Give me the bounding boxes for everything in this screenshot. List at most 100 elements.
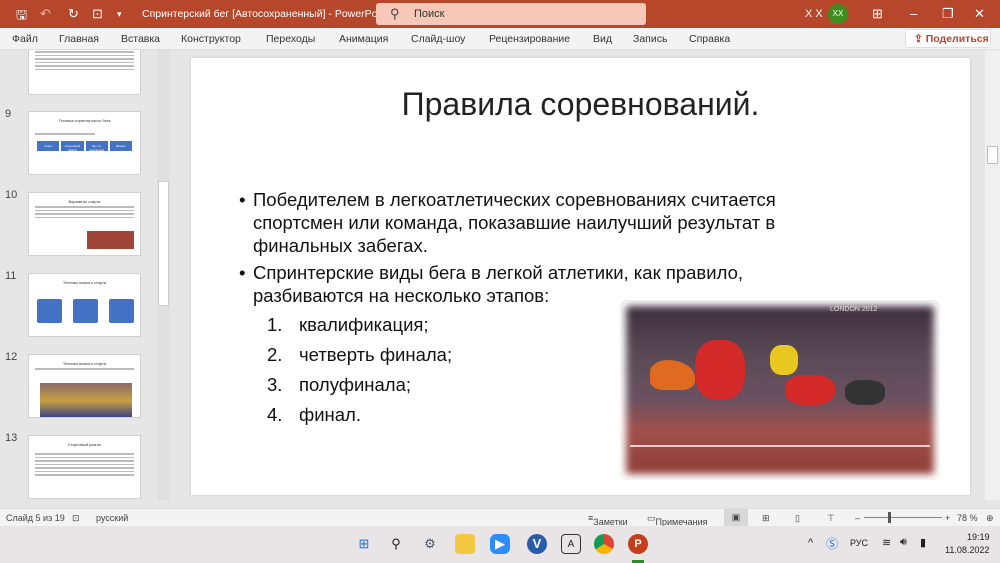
document-title: Спринтерский бег [Автосохраненный] - Pow… [142, 8, 389, 20]
accessibility-icon[interactable]: ⊡ [72, 513, 80, 524]
slideshow-icon[interactable]: ⊤ [827, 513, 835, 524]
reading-view-icon[interactable]: ▯ [795, 513, 800, 524]
close-icon[interactable]: ✕ [974, 6, 985, 22]
tab-animations[interactable]: Анимация [339, 33, 388, 45]
scrollbar-thumb[interactable] [987, 146, 998, 164]
wifi-icon[interactable]: ≋ [882, 536, 891, 549]
tab-design[interactable]: Конструктор [181, 33, 241, 45]
v-app-icon[interactable]: V [527, 534, 547, 554]
numbered-item[interactable]: 1. квалификация; [267, 314, 429, 336]
slide-canvas[interactable]: Правила соревнований. • Победителем в лег… [191, 58, 970, 495]
ribbon-tabs: Файл Главная Вставка Конструктор Переход… [0, 28, 1000, 50]
thumbnail-number: 11 [5, 270, 17, 282]
tab-view[interactable]: Вид [593, 33, 612, 45]
tab-insert[interactable]: Вставка [121, 33, 160, 45]
slide-title[interactable]: Правила соревнований. [191, 86, 970, 123]
user-name: X X [805, 8, 823, 20]
language-indicator[interactable]: русский [96, 513, 128, 523]
slide-thumbnails-panel: 9 Техника спринтерского бега Старт Старт… [0, 50, 170, 500]
clock-time[interactable]: 19:19 [967, 532, 990, 542]
thumbnail-title: Техника низкого старта [62, 280, 107, 285]
file-explorer-icon[interactable] [455, 534, 475, 554]
show-hidden-icons[interactable]: ^ [808, 537, 813, 549]
redo-icon[interactable]: ↻ [68, 6, 79, 22]
avatar[interactable]: XX [828, 4, 848, 24]
photo-banner: LONDON 2012 [830, 306, 878, 313]
tab-review[interactable]: Рецензирование [489, 33, 570, 45]
tab-record[interactable]: Запись [633, 33, 667, 45]
powerpoint-icon[interactable]: P [628, 534, 648, 554]
thumbnail-title: Техника низкого старта [62, 361, 107, 366]
thumbnail-title: Стартовый разгон [67, 442, 102, 447]
thumbnails-scrollbar[interactable] [157, 50, 170, 500]
search-placeholder: Поиск [414, 8, 445, 20]
thumbnail-slide-11[interactable]: Техника низкого старта [28, 273, 141, 337]
zoom-slider-thumb[interactable] [888, 512, 891, 523]
scrollbar-thumb[interactable] [158, 181, 169, 306]
sprinters-start-photo[interactable]: LONDON 2012 [620, 300, 940, 480]
battery-icon[interactable]: ▮ [920, 536, 926, 549]
input-language[interactable]: РУС [850, 538, 868, 548]
thumbnail-chevron: Финиш [109, 140, 132, 151]
zoom-app-icon[interactable]: ▶ [490, 534, 510, 554]
tab-file[interactable]: Файл [12, 33, 38, 45]
bullet-item[interactable]: • Победителем в легкоатлетических соревно… [239, 188, 813, 257]
thumbnail-chevron: Стартовый разгон [61, 140, 84, 152]
thumbnail-number: 12 [5, 351, 18, 363]
tab-transitions[interactable]: Переходы [266, 33, 315, 45]
thumbnail-chevron: Старт [37, 140, 60, 151]
notes-button[interactable]: ≡ Заметки [588, 513, 628, 527]
settings-icon[interactable]: ⚙ [420, 534, 440, 554]
zoom-in-button[interactable]: + [945, 513, 950, 523]
thumbnail-number: 10 [5, 189, 18, 201]
windows-taskbar: ⊞ ⚲ ⚙ ▶ V A P ^ Ⓢ РУС ≋ 🔊︎ ▮ 19:19 11.08… [0, 526, 1000, 563]
share-label: Поделиться [925, 33, 989, 45]
numbered-item[interactable]: 4. финал. [267, 404, 361, 426]
thumbnail-slide-12[interactable]: Техника низкого старта [28, 354, 141, 418]
start-icon[interactable]: ⊞ [354, 534, 374, 554]
ribbon-display-icon[interactable]: ⊞ [872, 6, 883, 22]
tab-home[interactable]: Главная [59, 33, 99, 45]
search-box[interactable]: ⚲ Поиск [376, 3, 646, 25]
slide-counter: Слайд 5 из 19 [6, 513, 65, 523]
undo-icon[interactable]: ↶ [40, 6, 51, 22]
fit-slide-icon[interactable]: ⊕ [986, 513, 994, 524]
clock-date[interactable]: 11.08.2022 [945, 545, 989, 555]
thumbnail-chevron: Бег по дистанции [85, 140, 108, 152]
minimize-icon[interactable]: – [910, 6, 917, 21]
slideshow-start-icon[interactable]: ⊡ [92, 6, 103, 22]
share-button[interactable]: ⇪ Поделиться [905, 29, 991, 48]
thumbnail-number: 9 [5, 108, 12, 120]
share-icon: ⇪ [914, 33, 926, 45]
tab-slideshow[interactable]: Слайд-шоу [411, 33, 465, 45]
normal-view-icon[interactable]: ▣ [724, 509, 748, 526]
thumbnail-slide-13[interactable]: Стартовый разгон [28, 435, 141, 499]
search-icon[interactable]: ⚲ [386, 534, 406, 554]
skype-tray-icon[interactable]: Ⓢ [826, 535, 838, 552]
thumbnail-slide-9[interactable]: Техника спринтерского бега Старт Стартов… [28, 111, 141, 175]
zoom-level[interactable]: 78 % [957, 513, 978, 523]
search-icon: ⚲ [390, 6, 400, 21]
thumbnail-title: Техника спринтерского бега [58, 118, 111, 123]
zoom-slider[interactable] [864, 517, 942, 518]
zoom-out-button[interactable]: – [855, 513, 860, 523]
status-bar: Слайд 5 из 19 ⊡ русский ≡ Заметки ▭ Прим… [0, 508, 1000, 527]
thumbnail-image [40, 383, 132, 417]
save-icon[interactable]: 🖫 [16, 6, 27, 28]
thumbnail-number: 13 [5, 432, 18, 444]
bullet-text: Победителем в легкоатлетических соревнов… [253, 189, 776, 256]
slide-sorter-icon[interactable]: ⊞ [762, 513, 770, 524]
chrome-icon[interactable] [594, 534, 614, 554]
numbered-item[interactable]: 2. четверть финала; [267, 344, 452, 366]
comments-button[interactable]: ▭ Примечания [647, 513, 707, 527]
numbered-item[interactable]: 3. полуфинала; [267, 374, 411, 396]
thumbnail-slide-10[interactable]: Варианты старта [28, 192, 141, 256]
volume-icon[interactable]: 🔊︎ [900, 536, 907, 549]
thumbnail-slide-8[interactable] [28, 50, 141, 95]
slide-editor: Правила соревнований. • Победителем в лег… [170, 50, 985, 500]
slide-scrollbar[interactable] [985, 50, 1000, 500]
restore-icon[interactable]: ❐ [942, 6, 954, 22]
chart-app-icon[interactable]: A [561, 534, 581, 554]
customize-toolbar-icon[interactable]: ▾ [117, 9, 122, 20]
tab-help[interactable]: Справка [689, 33, 730, 45]
